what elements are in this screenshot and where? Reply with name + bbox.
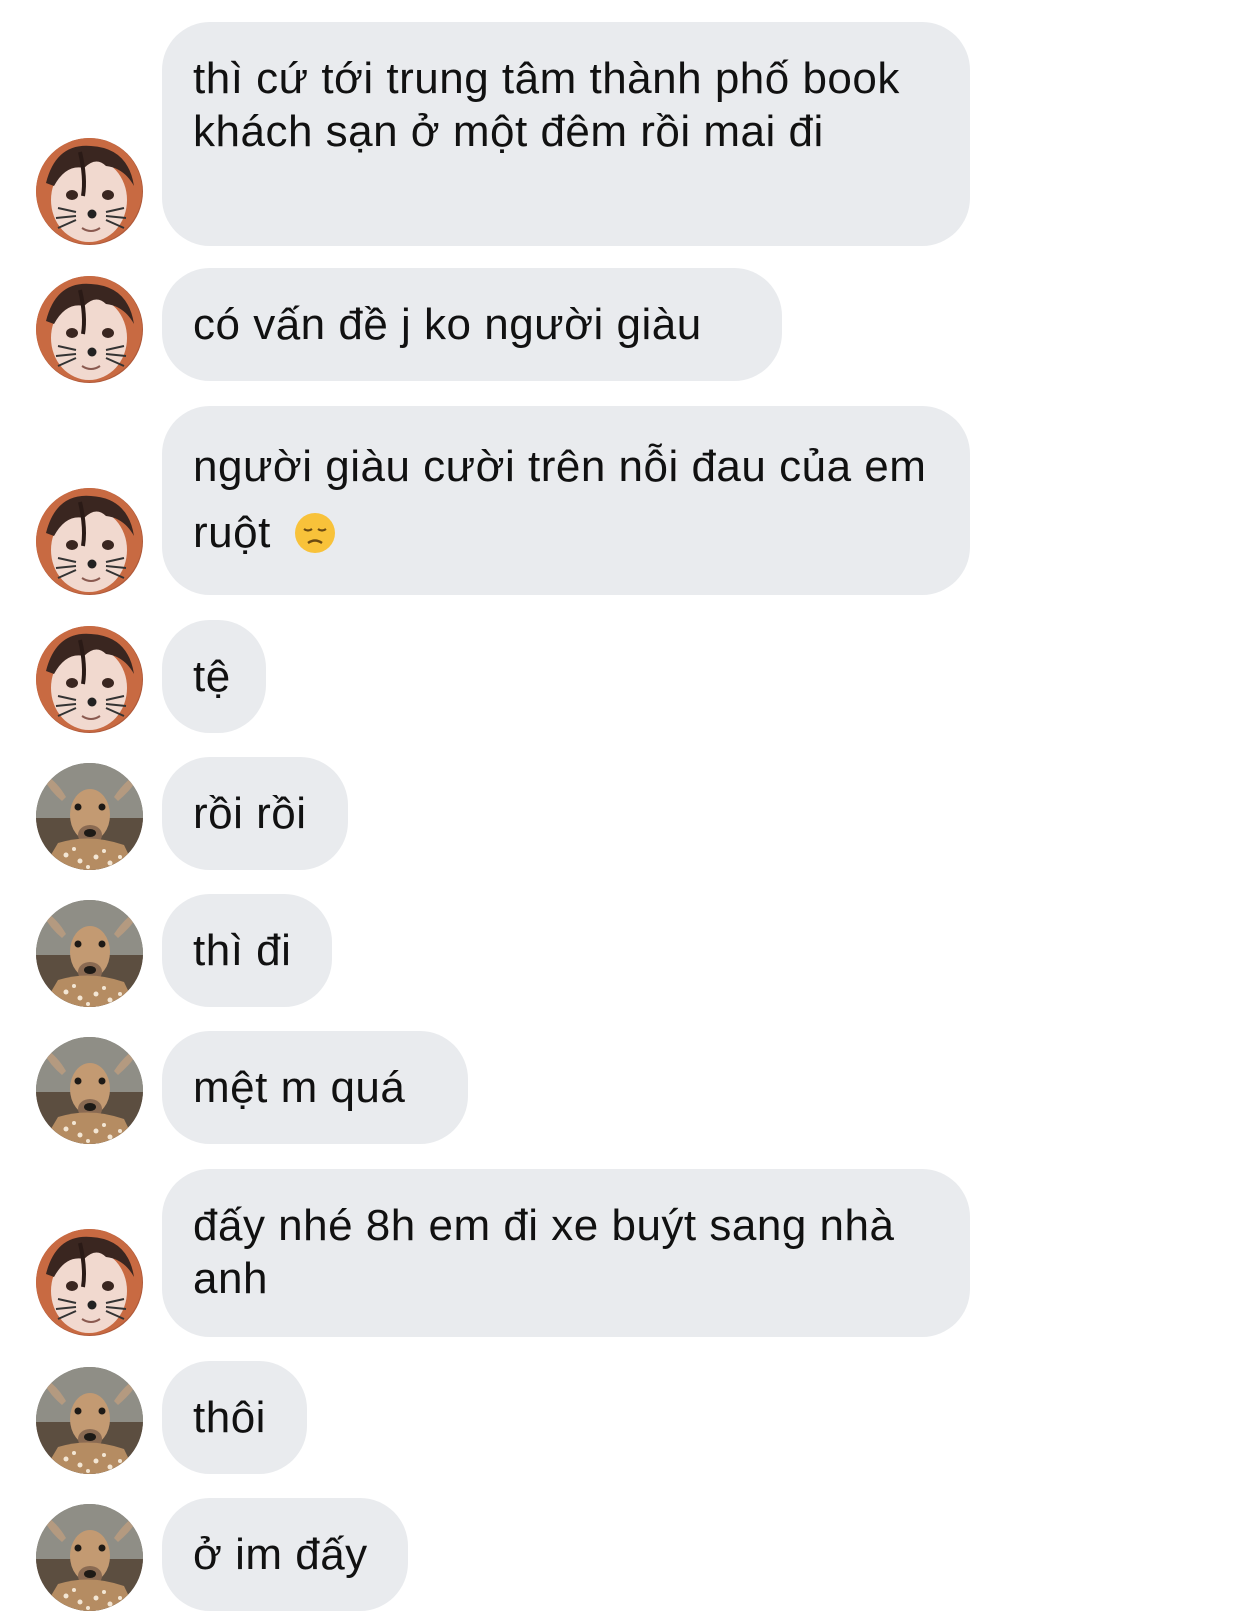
deer-avatar-icon[interactable] — [36, 1037, 143, 1144]
message-text: đấy nhé 8h em đi xe buýt sang nhà anh — [193, 1201, 895, 1303]
message-text: thôi — [193, 1393, 266, 1442]
message-bubble[interactable]: thì đi — [162, 894, 332, 1007]
message-bubble[interactable]: thôi — [162, 1361, 307, 1474]
deer-avatar-icon[interactable] — [36, 1504, 143, 1611]
disappointed-face-emoji-icon — [294, 513, 335, 553]
message-text: có vấn đề j ko người giàu — [193, 300, 702, 349]
message-text: mệt m quá — [193, 1063, 406, 1112]
message-bubble[interactable]: người giàu cười trên nỗi đau của em ruột — [162, 406, 970, 595]
message-text: tệ — [193, 652, 231, 701]
message-text: thì cứ tới trung tâm thành phố book khác… — [193, 54, 900, 156]
boy-avatar-icon[interactable] — [36, 276, 143, 383]
boy-avatar-icon[interactable] — [36, 626, 143, 733]
message-bubble[interactable]: đấy nhé 8h em đi xe buýt sang nhà anh — [162, 1169, 970, 1337]
deer-avatar-icon[interactable] — [36, 900, 143, 1007]
boy-avatar-icon[interactable] — [36, 138, 143, 245]
message-bubble[interactable]: có vấn đề j ko người giàu — [162, 268, 782, 381]
message-bubble[interactable]: rồi rồi — [162, 757, 348, 870]
message-bubble[interactable]: thì cứ tới trung tâm thành phố book khác… — [162, 22, 970, 246]
message-text: thì đi — [193, 926, 292, 975]
deer-avatar-icon[interactable] — [36, 1367, 143, 1474]
message-bubble[interactable]: ở im đấy — [162, 1498, 408, 1611]
message-text: rồi rồi — [193, 789, 307, 838]
message-bubble[interactable]: tệ — [162, 620, 266, 733]
boy-avatar-icon[interactable] — [36, 488, 143, 595]
message-text: ở im đấy — [193, 1530, 368, 1579]
deer-avatar-icon[interactable] — [36, 763, 143, 870]
message-bubble[interactable]: mệt m quá — [162, 1031, 468, 1144]
boy-avatar-icon[interactable] — [36, 1229, 143, 1336]
